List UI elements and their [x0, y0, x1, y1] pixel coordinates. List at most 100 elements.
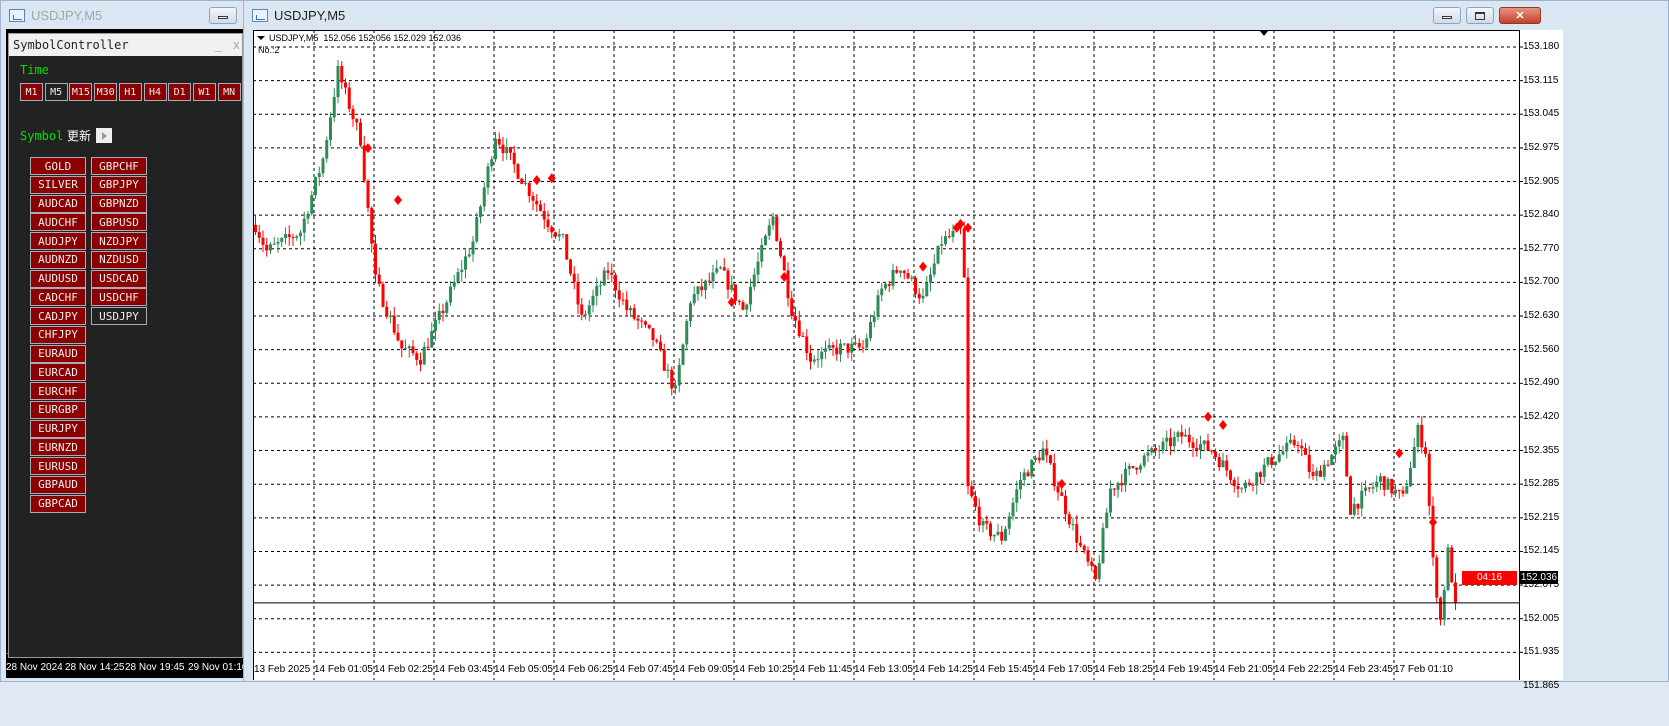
- timeframe-button-mn[interactable]: MN: [217, 83, 241, 101]
- candle-body: [1225, 460, 1229, 471]
- candle-body: [1071, 524, 1075, 526]
- candle-body: [884, 284, 887, 289]
- symbol-button-cadchf[interactable]: CADCHF: [30, 288, 86, 307]
- main-minimize-button[interactable]: [1433, 7, 1461, 24]
- candle-body: [1285, 442, 1289, 452]
- symbol-button-euraud[interactable]: EURAUD: [30, 344, 86, 363]
- symbol-button-eurchf[interactable]: EURCHF: [30, 382, 86, 400]
- candle-body: [1356, 503, 1360, 509]
- symbol-button-audcad[interactable]: AUDCAD: [30, 194, 86, 213]
- symbol-button-gbpnzd[interactable]: GBPNZD: [91, 194, 147, 213]
- symbol-button-audchf[interactable]: AUDCHF: [30, 213, 86, 232]
- candle-body: [632, 308, 636, 319]
- symbol-button-gbpjpy[interactable]: GBPJPY: [91, 175, 147, 194]
- candle-body: [569, 259, 572, 274]
- time-tick-label: 13 Feb 2025: [254, 664, 311, 675]
- panel-minimize-button[interactable]: _: [215, 34, 222, 56]
- candle-body: [771, 216, 775, 226]
- candle-body: [1379, 476, 1382, 482]
- symbol-button-eurnzd[interactable]: EURNZD: [30, 438, 86, 457]
- price-tick-label: 151.865: [1523, 679, 1560, 691]
- candle-body: [321, 158, 325, 174]
- refresh-button[interactable]: [96, 128, 112, 143]
- candle-body: [1326, 464, 1330, 466]
- candle-body: [929, 274, 932, 283]
- panel-close-button[interactable]: x: [233, 34, 240, 56]
- symbol-button-eurgbp[interactable]: EURGBP: [30, 400, 86, 419]
- candle-body: [1427, 453, 1431, 506]
- main-close-button[interactable]: ✕: [1499, 7, 1541, 24]
- timeframe-button-h1[interactable]: H1: [118, 83, 142, 101]
- symbol-button-gbpcad[interactable]: GBPCAD: [30, 494, 86, 513]
- symbol-button-audjpy[interactable]: AUDJPY: [30, 232, 86, 250]
- candle-body: [824, 348, 827, 352]
- candle-body: [269, 244, 272, 251]
- collapse-triangle-icon[interactable]: [257, 36, 265, 40]
- symbol-button-gbpusd[interactable]: GBPUSD: [91, 213, 147, 232]
- timeframe-button-m1[interactable]: M1: [20, 83, 43, 101]
- candle-body: [1405, 486, 1409, 494]
- symbol-button-silver[interactable]: SILVER: [30, 175, 86, 194]
- symbol-section-label: Symbol: [20, 129, 64, 143]
- candle-body: [1274, 461, 1277, 465]
- symbol-button-eurjpy[interactable]: EURJPY: [30, 419, 86, 438]
- symbol-button-audusd[interactable]: AUDUSD: [30, 269, 86, 288]
- candle-body: [400, 340, 404, 349]
- price-tick-label: 152.145: [1523, 545, 1560, 557]
- candle-body: [726, 270, 730, 290]
- candle-body: [411, 346, 415, 354]
- candle-body: [497, 138, 501, 145]
- candle-body: [486, 166, 490, 188]
- candle-body: [1292, 439, 1296, 446]
- symbol-button-cadjpy[interactable]: CADJPY: [30, 307, 86, 325]
- candle-body: [602, 270, 606, 286]
- symbol-button-gbpchf[interactable]: GBPCHF: [91, 157, 147, 175]
- candle-body: [265, 244, 269, 251]
- candle-body: [1397, 489, 1401, 491]
- candle-body: [302, 218, 306, 233]
- symbol-button-nzdjpy[interactable]: NZDJPY: [91, 232, 147, 250]
- candle-body: [917, 293, 921, 299]
- candle-body: [1266, 457, 1270, 465]
- symbol-button-usdcad[interactable]: USDCAD: [91, 269, 147, 288]
- candle-body: [531, 196, 535, 201]
- symbol-button-nzdusd[interactable]: NZDUSD: [91, 250, 147, 269]
- chart-shift-marker-icon[interactable]: [1260, 31, 1268, 36]
- candle-body: [910, 277, 914, 279]
- symbol-button-eurusd[interactable]: EURUSD: [30, 457, 86, 475]
- candle-body: [1217, 457, 1221, 468]
- symbol-button-usdchf[interactable]: USDCHF: [91, 288, 147, 307]
- main-maximize-button[interactable]: [1466, 7, 1494, 24]
- candle-body: [737, 300, 741, 303]
- candle-body: [1120, 482, 1124, 486]
- candle-body: [565, 234, 569, 260]
- candle-body: [839, 343, 842, 355]
- candle-body: [437, 310, 441, 321]
- price-tick-label: 153.180: [1523, 41, 1560, 52]
- timeframe-button-d1[interactable]: D1: [168, 83, 192, 101]
- restore-icon: [1475, 11, 1485, 20]
- symbol-button-eurcad[interactable]: EURCAD: [30, 363, 86, 382]
- timeframe-button-m30[interactable]: M30: [94, 83, 118, 101]
- timeframe-button-h4[interactable]: H4: [143, 83, 167, 101]
- candle-body: [854, 342, 857, 344]
- candle-body: [475, 217, 479, 242]
- price-chart[interactable]: USDJPY,M5 152.056 152.056 152.029 152.03…: [253, 30, 1563, 680]
- candle-body: [966, 277, 970, 487]
- symbol-button-gbpaud[interactable]: GBPAUD: [30, 475, 86, 494]
- candle-body: [1206, 440, 1210, 451]
- candle-body: [1322, 464, 1326, 477]
- candle-body: [1364, 487, 1367, 491]
- candle-body: [1034, 457, 1037, 460]
- candle-body: [655, 340, 659, 342]
- minimize-icon: [218, 16, 228, 19]
- left-minimize-button[interactable]: [209, 7, 237, 24]
- timeframe-button-m15[interactable]: M15: [69, 83, 93, 101]
- symbol-button-audnzd[interactable]: AUDNZD: [30, 250, 86, 269]
- symbol-button-usdjpy[interactable]: USDJPY: [91, 307, 147, 325]
- timeframe-button-m5[interactable]: M5: [44, 83, 68, 101]
- timeframe-button-w1[interactable]: W1: [192, 83, 216, 101]
- symbol-button-gold[interactable]: GOLD: [30, 157, 86, 175]
- candle-body: [1172, 437, 1176, 447]
- symbol-button-chfjpy[interactable]: CHFJPY: [30, 325, 86, 344]
